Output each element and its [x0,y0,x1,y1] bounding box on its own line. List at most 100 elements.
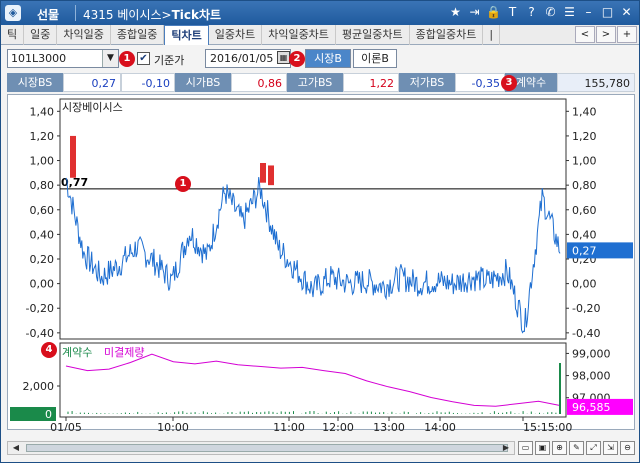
date-value: 2016/01/05 [210,52,274,65]
exit-icon[interactable]: ⇥ [466,4,483,21]
x-tick-label: 01/05 [50,421,82,431]
scroll-left-icon[interactable]: ◀ [10,443,22,453]
y-tick-label-left: 0,60 [30,204,55,217]
tab-6[interactable]: 차익일중차트 [262,25,336,45]
theory-basis-button[interactable]: 이론B [353,49,397,68]
horizontal-scrollbar[interactable]: ◀ ▶ [7,441,515,455]
tab-9[interactable]: | [483,25,501,45]
tab-0[interactable]: 틱 [1,25,25,45]
tool-copy-icon[interactable]: ▣ [535,441,550,455]
tab-5[interactable]: 일중차트 [209,25,263,45]
tab-bar: 틱 일중 차익일중 종합일중 틱차트 일중차트 차익일중차트 평균일중차트 종합일중차트 | < … [1,25,639,45]
scroll-thumb[interactable] [26,444,508,452]
tab-prev-icon[interactable]: < [575,26,595,43]
y-tick-label-left: 0,20 [30,253,55,266]
tab-3[interactable]: 종합일중 [111,25,165,45]
title-bar: ◈ 선물 4315 베이시스>Tick차트 ★ ⇥ 🔒 T? ✆ ☰ – □ ✕ [1,1,639,25]
info-label-market-bs: 시장BS [7,73,63,92]
y-tick-label-left: 0,80 [30,179,55,192]
text-icon[interactable]: T [504,4,521,21]
upper-plot-frame [59,98,567,340]
y-tick-label-left: 1,40 [30,105,55,118]
chart-tools: ▭ ▣ ⊕ ✎ ⤢ ⇲ ⊖ [518,441,635,455]
tool-zoom-in-icon[interactable]: ⊕ [552,441,567,455]
tool-window-icon[interactable]: ▭ [518,441,533,455]
y-tick-label-right: 0,80 [572,179,597,192]
screen-code: 4315 [83,8,114,22]
tab-next-icon[interactable]: > [596,26,616,43]
y-tick-label-right: 0,00 [572,278,597,291]
help-icon[interactable]: ? [523,4,540,21]
chevron-down-icon[interactable]: ▼ [102,50,118,67]
scroll-right-icon[interactable]: ▶ [500,443,512,453]
close-icon[interactable]: ✕ [618,4,635,21]
info-value-market-bs: 0,27 [63,73,121,92]
tab-add-icon[interactable]: + [617,26,637,43]
star-icon[interactable]: ★ [447,4,464,21]
high-tick-mark [260,163,266,183]
tab-1[interactable]: 일중 [24,25,58,45]
lower-y-tick-right: 98,000 [572,370,611,383]
x-tick-label: 13:00 [373,421,405,431]
minimize-icon[interactable]: – [580,4,597,21]
info-label-low-bs: 저가BS [399,73,455,92]
y-tick-label-right: -0,40 [572,327,600,340]
tool-fit-icon[interactable]: ⤢ [586,441,601,455]
lower-y-tick-left: 2,000 [23,380,55,393]
market-menu[interactable]: 선물 [37,6,59,23]
y-tick-label-right: 1,00 [572,155,597,168]
lock-icon[interactable]: 🔒 [485,4,502,21]
window: ◈ 선물 4315 베이시스>Tick차트 ★ ⇥ 🔒 T? ✆ ☰ – □ ✕ 틱 일중 차익일중… [0,0,640,463]
app-logo-icon: ◈ [5,5,21,21]
list-icon[interactable]: ☰ [561,4,578,21]
badge-4: 4 [41,342,57,358]
tab-navigation: < > + [575,26,637,43]
tool-expand-icon[interactable]: ⇲ [603,441,618,455]
y-tick-label-left: 1,00 [30,155,55,168]
tab-4[interactable]: 틱차트 [164,25,209,45]
info-label-high-bs: 고가BS [287,73,343,92]
x-tick-label: 12:00 [322,421,354,431]
y-tick-label-left: -0,40 [26,327,54,340]
quote-info-row: 시장BS 0,27 -0,10 시가BS 0,86 고가BS 1,22 저가BS… [7,73,635,92]
chart-svg[interactable]: 1,40 1,40 1,20 1,20 1,00 1,00 0,80 0,80 0,60 0,60… [8,95,636,434]
reference-line-label: 0,77 [61,176,88,189]
y-tick-label-right: 0,40 [572,228,597,241]
lower-y-tick-right: 99,000 [572,347,611,360]
badge-3: 3 [501,75,517,91]
base-checkbox-label: 기준가 [154,54,185,67]
market-basis-button[interactable]: 시장B [305,49,351,68]
title-icons: ★ ⇥ 🔒 T? ✆ ☰ – □ ✕ [447,4,635,21]
y-tick-label-left: 1,20 [30,130,55,143]
y-tick-label-right: 1,40 [572,105,597,118]
tab-7[interactable]: 평균일중차트 [336,25,410,45]
lower-left-value: 0 [45,408,52,421]
tab-8[interactable]: 종합일중차트 [410,25,484,45]
title-prefix: 베이시스> [117,8,172,22]
y-tick-label-right: 0,60 [572,204,597,217]
info-value-high-bs: 1,22 [343,73,399,92]
x-tick-label: 10:00 [157,421,189,431]
tool-draw-icon[interactable]: ✎ [569,441,584,455]
toolbar: 101L3000 ▼ ✔ 기준가 2016/01/05 ▦ 시장B 이론B [1,47,639,71]
window-title: 4315 베이시스>Tick차트 [83,6,221,23]
y-tick-label-left: 0,40 [30,228,55,241]
info-value-low-bs: -0,35 [455,73,505,92]
y-tick-label-left: 0,00 [30,278,55,291]
x-tick-label: 11:00 [273,421,305,431]
y-tick-label-left: -0,20 [26,302,54,315]
base-checkbox[interactable]: ✔ [137,52,150,65]
info-value-change: -0,10 [121,73,175,92]
y-tick-label-right: -0,20 [572,302,600,315]
symbol-value: 101L3000 [11,52,67,65]
info-value-volume: 155,780 [557,73,635,92]
tab-2[interactable]: 차익일중 [57,25,111,45]
symbol-combo[interactable]: 101L3000 ▼ [7,49,119,68]
tool-zoom-out-icon[interactable]: ⊖ [620,441,635,455]
chart-area[interactable]: 1,40 1,40 1,20 1,20 1,00 1,00 0,80 0,80 0,60 0,60… [7,94,636,434]
maximize-icon[interactable]: □ [599,4,616,21]
phone-icon[interactable]: ✆ [542,4,559,21]
badge-2: 2 [289,51,305,67]
badge-1: 1 [119,51,135,67]
upper-chart-title: 시장베이시스 [62,101,123,114]
